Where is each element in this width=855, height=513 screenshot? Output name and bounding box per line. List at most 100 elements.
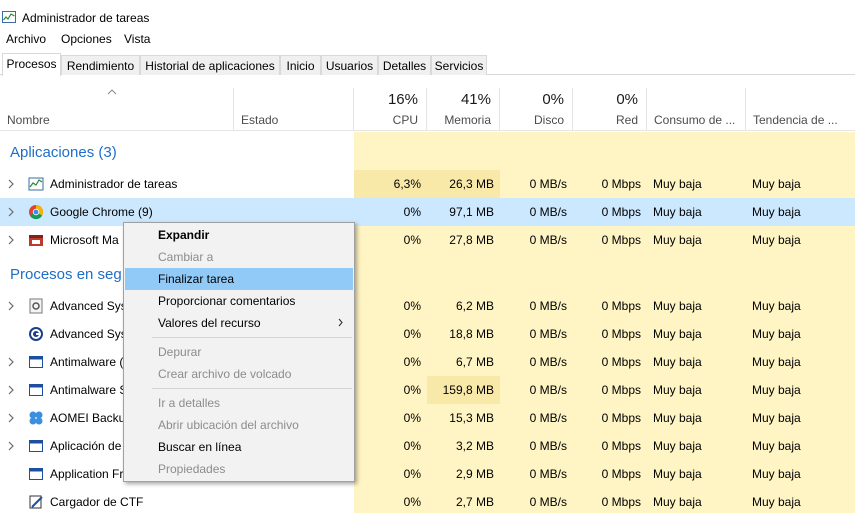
- cpu-cell: 0%: [403, 233, 421, 247]
- cpu-cell: 0%: [403, 299, 421, 313]
- power-cell: Muy baja: [653, 439, 702, 453]
- aomei-icon: [29, 411, 43, 425]
- cpu-cell: 6,3%: [354, 170, 427, 198]
- tab-servicios[interactable]: Servicios: [431, 55, 487, 75]
- network-cell: 0 Mbps: [601, 299, 641, 313]
- column-cpu[interactable]: 16% CPU: [354, 88, 427, 131]
- process-name: Google Chrome (9): [50, 205, 153, 219]
- chevron-right-icon[interactable]: [8, 385, 14, 395]
- column-consumo-label: Consumo de ...: [654, 113, 736, 127]
- menu-item-finalizar-tarea[interactable]: Finalizar tarea: [125, 268, 353, 290]
- app-icon: [29, 235, 43, 246]
- chevron-right-icon[interactable]: [8, 301, 14, 311]
- menu-item-expandir[interactable]: Expandir: [125, 224, 353, 246]
- disk-total: 0%: [542, 91, 564, 108]
- memory-cell: 159,8 MB: [427, 376, 500, 404]
- tab-rendimiento[interactable]: Rendimiento: [61, 55, 140, 75]
- chrome-icon: [29, 205, 44, 220]
- memory-cell: 97,1 MB: [427, 198, 500, 226]
- chevron-right-icon[interactable]: [8, 207, 14, 217]
- table-row[interactable]: Administrador de tareas 6,3% 26,3 MB 0 MB/s…: [0, 170, 855, 198]
- tab-inicio[interactable]: Inicio: [280, 55, 321, 75]
- menu-item-valores-del-recurso[interactable]: Valores del recurso: [125, 312, 353, 334]
- chevron-right-icon[interactable]: [8, 179, 14, 189]
- process-name: Cargador de CTF: [50, 495, 144, 509]
- power-trend-cell: Muy baja: [752, 439, 801, 453]
- disk-cell: 0 MB/s: [529, 233, 567, 247]
- cpu-cell: 0%: [403, 327, 421, 341]
- disk-cell: 0 MB/s: [529, 327, 567, 341]
- column-nombre-label: Nombre: [7, 113, 50, 127]
- cpu-total: 16%: [387, 91, 418, 108]
- column-memoria-label: Memoria: [444, 113, 491, 127]
- memory-cell: 6,7 MB: [455, 355, 494, 369]
- menu-vista[interactable]: Vista: [124, 32, 150, 46]
- tab-historial[interactable]: Historial de aplicaciones: [140, 55, 280, 75]
- chevron-right-icon[interactable]: [8, 235, 14, 245]
- memory-cell: 6,2 MB: [455, 299, 494, 313]
- menu-item-cambiar-a: Cambiar a: [158, 250, 214, 264]
- network-total: 0%: [616, 91, 638, 108]
- menu-item-proporcionar-comentarios[interactable]: Proporcionar comentarios: [125, 290, 353, 312]
- column-nombre[interactable]: Nombre: [0, 88, 234, 131]
- task-manager-icon: [28, 177, 44, 191]
- column-consumo[interactable]: Consumo de ...: [647, 88, 746, 131]
- column-tendencia[interactable]: Tendencia de ...: [746, 88, 855, 131]
- process-name: Application Fr: [50, 467, 124, 481]
- disk-cell: 0 MB/s: [529, 495, 567, 509]
- power-trend-cell: Muy baja: [752, 299, 801, 313]
- column-memoria[interactable]: 41% Memoria: [427, 88, 500, 131]
- context-menu: Expandir Cambiar a Finalizar tarea Proporci…: [123, 222, 355, 482]
- tab-detalles[interactable]: Detalles: [378, 55, 431, 75]
- power-trend-cell: Muy baja: [752, 383, 801, 397]
- menu-item-abrir-ubicacion-del-archivo: Abrir ubicación del archivo: [158, 418, 299, 432]
- power-cell: Muy baja: [653, 327, 702, 341]
- group-background: Procesos en seg: [10, 266, 122, 283]
- menu-opciones[interactable]: Opciones: [61, 32, 112, 46]
- menu-item-ir-a-detalles: Ir a detalles: [158, 396, 221, 410]
- chevron-right-icon[interactable]: [8, 413, 14, 423]
- window-title: Administrador de tareas: [22, 11, 150, 25]
- tab-usuarios[interactable]: Usuarios: [321, 55, 378, 75]
- network-cell: 0 Mbps: [601, 327, 641, 341]
- window-icon: [29, 356, 43, 368]
- menu-item-buscar-en-linea[interactable]: Buscar en línea: [125, 436, 353, 458]
- memory-cell: 2,7 MB: [455, 495, 494, 509]
- power-cell: Muy baja: [647, 198, 746, 226]
- disk-cell: 0 MB/s: [500, 198, 573, 226]
- column-estado[interactable]: Estado: [234, 88, 354, 131]
- window-icon: [29, 384, 43, 396]
- power-cell: Muy baja: [653, 355, 702, 369]
- power-cell: Muy baja: [653, 495, 702, 509]
- power-trend-cell: Muy baja: [752, 327, 801, 341]
- power-trend-cell: Muy baja: [752, 467, 801, 481]
- power-cell: Muy baja: [653, 411, 702, 425]
- cpu-cell: 0%: [403, 495, 421, 509]
- menu-archivo[interactable]: Archivo: [6, 32, 46, 46]
- menu-item-crear-archivo-de-volcado: Crear archivo de volcado: [158, 367, 292, 381]
- process-name: Aplicación de: [50, 439, 122, 453]
- submenu-arrow-icon: [338, 318, 343, 327]
- cpu-cell: 0%: [354, 198, 427, 226]
- column-disco-label: Disco: [533, 113, 564, 127]
- menu-item-propiedades: Propiedades: [158, 462, 226, 476]
- network-cell: 0 Mbps: [601, 177, 641, 191]
- column-tendencia-label: Tendencia de ...: [753, 113, 838, 127]
- tab-procesos[interactable]: Procesos: [2, 53, 61, 76]
- power-cell: Muy baja: [653, 177, 702, 191]
- chevron-right-icon[interactable]: [8, 441, 14, 451]
- task-manager-icon: [2, 11, 16, 23]
- column-red[interactable]: 0% Red: [573, 88, 647, 131]
- disk-cell: 0 MB/s: [529, 177, 567, 191]
- process-name: Advanced Sys: [50, 327, 127, 341]
- network-cell: 0 Mbps: [601, 439, 641, 453]
- process-name: Microsoft Ma: [50, 233, 119, 247]
- column-header: Nombre Estado 16% CPU 41% Memoria 0% Dis…: [0, 88, 855, 131]
- chevron-right-icon[interactable]: [8, 357, 14, 367]
- network-cell: 0 Mbps: [601, 467, 641, 481]
- power-cell: Muy baja: [653, 299, 702, 313]
- table-row[interactable]: Cargador de CTF 0% 2,7 MB 0 MB/s 0 Mbps Muy b…: [0, 488, 855, 513]
- column-disco[interactable]: 0% Disco: [500, 88, 573, 131]
- network-cell: 0 Mbps: [601, 495, 641, 509]
- memory-cell: 27,8 MB: [449, 233, 494, 247]
